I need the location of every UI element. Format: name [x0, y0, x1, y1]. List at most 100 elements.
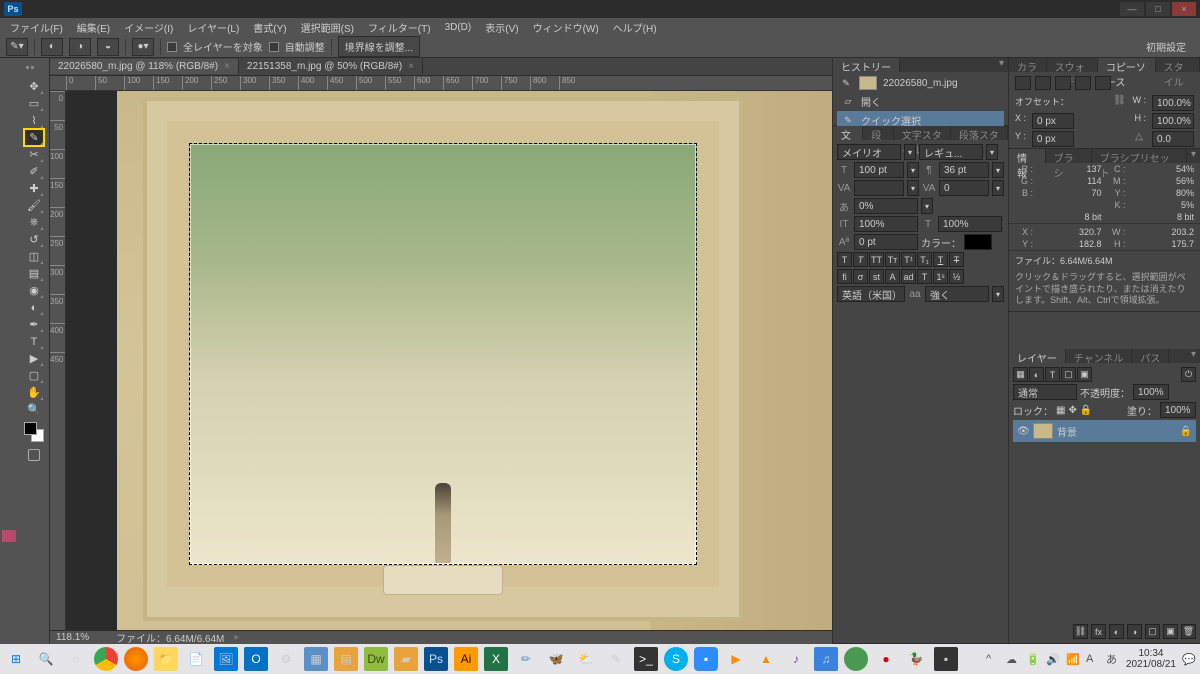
- notifications-icon[interactable]: 💬: [1182, 653, 1196, 666]
- vscale-field[interactable]: 100%: [854, 216, 918, 232]
- media-icon[interactable]: ▶: [724, 647, 748, 671]
- swatch-tab[interactable]: スウォッチ: [1047, 58, 1098, 72]
- chevron-down-icon[interactable]: ▾: [992, 180, 1004, 196]
- ot-btn[interactable]: T: [917, 269, 932, 284]
- canvas-viewport[interactable]: [66, 91, 832, 630]
- skype-icon[interactable]: S: [664, 647, 688, 671]
- clone-source-tab[interactable]: コピーソース: [1098, 58, 1156, 72]
- tray-up-icon[interactable]: ^: [986, 653, 1000, 665]
- ime2-icon[interactable]: あ: [1106, 651, 1120, 667]
- lasso-tool[interactable]: ⌇: [24, 112, 44, 129]
- font-size-field[interactable]: 100 pt: [854, 162, 904, 178]
- cortana-icon[interactable]: ○: [64, 647, 88, 671]
- adjustment-icon[interactable]: ◑: [1127, 624, 1142, 639]
- toolbox-grip[interactable]: [0, 66, 49, 76]
- app-icon[interactable]: ⛅: [574, 647, 598, 671]
- path-select-tool[interactable]: ▶: [24, 350, 44, 367]
- app-icon[interactable]: ▤: [334, 647, 358, 671]
- menu-help[interactable]: ヘルプ(H): [607, 18, 663, 37]
- filter-type-icon[interactable]: T: [1045, 367, 1060, 382]
- italic-button[interactable]: T: [853, 252, 868, 267]
- tool-preset-icon[interactable]: ✎▾: [6, 38, 28, 56]
- underline-button[interactable]: T: [933, 252, 948, 267]
- fx-icon[interactable]: fx: [1091, 624, 1106, 639]
- zoom-tool[interactable]: 🔍: [24, 401, 44, 418]
- subtract-selection-icon[interactable]: ◒: [97, 38, 119, 56]
- baseline-field[interactable]: 0 pt: [854, 234, 918, 250]
- new-selection-icon[interactable]: ◐: [41, 38, 63, 56]
- brush-tab[interactable]: ブラシ: [1046, 149, 1092, 163]
- outlook-icon[interactable]: O: [244, 647, 268, 671]
- app-icon[interactable]: [844, 647, 868, 671]
- vertical-ruler[interactable]: 0 50 100 150 200 250 300 350 400 450: [50, 91, 66, 630]
- maximize-button[interactable]: □: [1146, 2, 1170, 16]
- menu-file[interactable]: ファイル(F): [4, 18, 69, 37]
- menu-view[interactable]: 表示(V): [479, 18, 524, 37]
- close-button[interactable]: ×: [1172, 2, 1196, 16]
- close-tab-icon[interactable]: ×: [408, 61, 414, 72]
- delete-layer-icon[interactable]: 🗑: [1181, 624, 1196, 639]
- chevron-down-icon[interactable]: ▾: [921, 198, 933, 214]
- layer-row[interactable]: 👁 背景 🔒: [1013, 420, 1196, 442]
- explorer-icon[interactable]: 📁: [154, 647, 178, 671]
- clone-src-4[interactable]: [1075, 76, 1091, 90]
- tracking-field[interactable]: 0: [939, 180, 989, 196]
- brush-preset-tab[interactable]: ブラシプリセット: [1092, 149, 1187, 163]
- styles-tab[interactable]: スタイル: [1156, 58, 1200, 72]
- ot-btn[interactable]: ad: [901, 269, 916, 284]
- zoom-icon[interactable]: ▪: [694, 647, 718, 671]
- eraser-tool[interactable]: ◫: [24, 248, 44, 265]
- chevron-down-icon[interactable]: ▾: [992, 162, 1004, 178]
- pen-tool[interactable]: ✒: [24, 316, 44, 333]
- color-swatches[interactable]: [24, 422, 44, 442]
- blend-mode-field[interactable]: 通常: [1013, 384, 1077, 400]
- marquee-tool[interactable]: ▭: [24, 95, 44, 112]
- clone-src-2[interactable]: [1035, 76, 1051, 90]
- opacity-field[interactable]: 100%: [1133, 384, 1169, 400]
- ime-icon[interactable]: A: [1086, 653, 1100, 665]
- illustrator-icon[interactable]: Ai: [454, 647, 478, 671]
- bold-button[interactable]: T: [837, 252, 852, 267]
- smallcaps-button[interactable]: Tᴛ: [885, 252, 900, 267]
- clone-src-3[interactable]: [1055, 76, 1071, 90]
- dodge-tool[interactable]: ◐: [24, 299, 44, 316]
- record-icon[interactable]: ●: [874, 647, 898, 671]
- settings-icon[interactable]: ⚙: [274, 647, 298, 671]
- ot-btn[interactable]: A: [885, 269, 900, 284]
- status-arrow-icon[interactable]: ▸: [234, 632, 239, 643]
- channels-tab[interactable]: チャンネル: [1066, 349, 1133, 363]
- clone-w-field[interactable]: 100.0%: [1152, 95, 1194, 111]
- menu-filter[interactable]: フィルター(T): [362, 18, 437, 37]
- info-tab[interactable]: 情報: [1009, 149, 1046, 163]
- refine-edge-button[interactable]: 境界線を調整...: [338, 36, 420, 57]
- app-icon[interactable]: ♪: [784, 647, 808, 671]
- paragraph-tab[interactable]: 段落: [863, 126, 893, 140]
- tsume-field[interactable]: 0%: [854, 198, 918, 214]
- chevron-down-icon[interactable]: ▾: [986, 144, 998, 160]
- app-icon[interactable]: 🦆: [904, 647, 928, 671]
- zoom-value[interactable]: 118.1%: [56, 632, 106, 643]
- clone-x-field[interactable]: 0 px: [1032, 113, 1074, 129]
- font-style-field[interactable]: レギュ...: [919, 144, 983, 160]
- close-tab-icon[interactable]: ×: [224, 61, 230, 72]
- brush-tool[interactable]: 🖌: [24, 197, 44, 214]
- menu-3d[interactable]: 3D(D): [439, 20, 478, 35]
- filter-pixel-icon[interactable]: ▦: [1013, 367, 1028, 382]
- new-layer-icon[interactable]: ▣: [1163, 624, 1178, 639]
- superscript-button[interactable]: T¹: [901, 252, 916, 267]
- foreground-swatch[interactable]: [24, 422, 37, 435]
- menu-layer[interactable]: レイヤー(L): [181, 18, 245, 37]
- panel-menu-icon[interactable]: ▾: [1187, 149, 1200, 163]
- clock[interactable]: 10:34 2021/08/21: [1126, 648, 1176, 670]
- search-icon[interactable]: 🔍: [34, 647, 58, 671]
- rectangle-tool[interactable]: ▢: [24, 367, 44, 384]
- color-tab[interactable]: カラー: [1009, 58, 1047, 72]
- mask-icon[interactable]: ◐: [1109, 624, 1124, 639]
- ot-btn[interactable]: 1ˢ: [933, 269, 948, 284]
- document-tab-2[interactable]: 22151358_m.jpg @ 50% (RGB/8#) ×: [239, 59, 423, 74]
- sublime-icon[interactable]: ▰: [394, 647, 418, 671]
- lock-pixels-icon[interactable]: ▦: [1056, 405, 1065, 416]
- panel-menu-icon[interactable]: ▾: [1187, 349, 1200, 363]
- ot-btn[interactable]: fi: [837, 269, 852, 284]
- horizontal-ruler[interactable]: 0 50 100 150 200 250 300 350 400 450 500…: [50, 76, 832, 91]
